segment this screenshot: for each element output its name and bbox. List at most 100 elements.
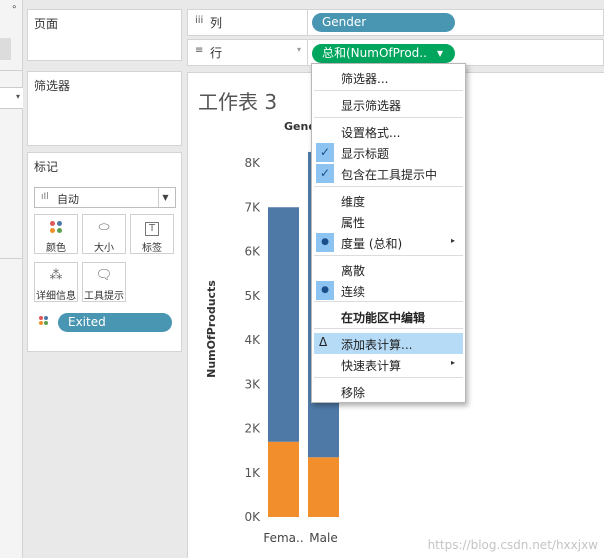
menu-item-label: 在功能区中编辑 [341, 311, 426, 325]
label-button-label: 标签 [142, 243, 162, 254]
menu-item-edit-in-shelf[interactable]: 在功能区中编辑 [312, 306, 465, 327]
color-button[interactable]: 颜色 [34, 214, 78, 254]
size-button-label: 大小 [94, 243, 114, 254]
y-tick-label: 0K [244, 510, 261, 524]
divider [0, 258, 23, 259]
filters-card-title: 筛选器 [34, 79, 71, 93]
data-pane-strip: ⚬ ▾ [0, 0, 23, 558]
filters-card[interactable]: 筛选器 [27, 71, 182, 146]
menu-item-filter[interactable]: 筛选器... [312, 67, 465, 88]
menu-item-label: 移除 [341, 386, 366, 400]
y-tick-label: 2K [244, 422, 261, 436]
exited-color-pill[interactable]: Exited [58, 313, 172, 332]
check-icon: ✓ [316, 143, 334, 162]
menu-item-label: 包含在工具提示中 [341, 168, 438, 182]
columns-shelf[interactable]: iii 列 Gender [187, 9, 604, 36]
color-dots-icon [35, 220, 77, 236]
menu-item-label: 连续 [341, 285, 366, 299]
menu-item-label: 快速表计算 [341, 359, 402, 373]
mark-type-value: 自动 [57, 193, 79, 206]
y-tick-label: 7K [244, 200, 261, 214]
label-icon: T [131, 220, 173, 236]
x-category-label: Fema.. [263, 531, 303, 545]
sum-numofproducts-pill[interactable]: 总和(NumOfProd.. ▾ [312, 44, 455, 63]
detail-button-label: 详细信息 [36, 291, 76, 302]
marks-card: 标记 ıIl 自动 ▼ 颜色 ⬭ 大小 T 标签 ⁂ 详细信息 🗨 工具提示 E… [27, 152, 182, 352]
menu-item-format[interactable]: 设置格式... [312, 121, 465, 142]
tooltip-icon: 🗨 [95, 268, 113, 283]
chevron-down-icon: ▼ [158, 188, 172, 207]
menu-item-label: 维度 [341, 195, 366, 209]
menu-item-attribute[interactable]: 属性 [312, 211, 465, 232]
chevron-down-icon: ▾ [436, 46, 443, 60]
pin-icon[interactable]: ⚬ [10, 3, 18, 13]
rows-shelf-label: ≡ 行 ▾ [188, 40, 308, 65]
context-menu: 筛选器... 显示筛选器 设置格式... ✓ 显示标题 ✓ 包含在工具提示中 维度 属性 ● 度量 … [311, 63, 466, 403]
menu-item-show-header[interactable]: ✓ 显示标题 [312, 142, 465, 163]
tooltip-button-label: 工具提示 [84, 291, 124, 302]
x-category-label: Male [309, 531, 337, 545]
menu-item-discrete[interactable]: 离散 [312, 259, 465, 280]
y-axis-title: NumOfProducts [205, 280, 218, 378]
bar-segment-fema-0[interactable] [268, 441, 299, 517]
y-tick-label: 1K [244, 466, 261, 480]
y-tick-label: 4K [244, 333, 261, 347]
columns-shelf-label: iii 列 [188, 10, 308, 35]
menu-separator [314, 377, 463, 378]
menu-item-show-filter[interactable]: 显示筛选器 [312, 94, 465, 115]
menu-separator [314, 117, 463, 118]
bar-segment-fema-1[interactable] [268, 207, 299, 442]
submenu-arrow-icon: ▸ [450, 236, 455, 245]
bullet-icon: ● [316, 233, 334, 252]
collapsed-dropdown[interactable]: ▾ [0, 87, 23, 109]
pages-card-title: 页面 [34, 17, 59, 31]
menu-item-include-in-tooltip[interactable]: ✓ 包含在工具提示中 [312, 163, 465, 184]
chevron-down-icon: ▾ [296, 45, 301, 54]
bullet-icon: ● [316, 281, 334, 300]
menu-separator [314, 255, 463, 256]
size-icon: ⬭ [98, 220, 110, 235]
tooltip-button[interactable]: 🗨 工具提示 [82, 262, 126, 302]
menu-separator [314, 328, 463, 329]
selected-row[interactable] [0, 38, 11, 60]
menu-item-add-table-calc[interactable]: Δ 添加表计算... [314, 333, 463, 354]
y-tick-label: 8K [244, 156, 261, 170]
menu-item-label: 显示标题 [341, 147, 390, 161]
menu-item-continuous[interactable]: ● 连续 [312, 280, 465, 301]
label-button[interactable]: T 标签 [130, 214, 174, 254]
divider [0, 70, 23, 71]
menu-item-label: 离散 [341, 264, 366, 278]
mark-type-select[interactable]: ıIl 自动 ▼ [34, 187, 176, 208]
menu-item-label: 属性 [341, 216, 366, 230]
delta-icon: Δ [319, 335, 328, 349]
pages-card: 页面 [27, 9, 182, 61]
menu-item-label: 筛选器... [341, 72, 389, 86]
y-tick-label: 6K [244, 245, 261, 259]
menu-item-label: 度量 (总和) [341, 237, 403, 251]
menu-separator [314, 301, 463, 302]
menu-item-label: 添加表计算... [341, 338, 413, 352]
gender-pill[interactable]: Gender [312, 13, 455, 32]
menu-item-remove[interactable]: 移除 [312, 381, 465, 402]
watermark: https://blog.csdn.net/hxxjxw [427, 538, 598, 552]
rows-shelf[interactable]: ≡ 行 ▾ 总和(NumOfProd.. ▾ [187, 39, 604, 66]
size-button[interactable]: ⬭ 大小 [82, 214, 126, 254]
bar-chart-icon: ıIl [41, 192, 49, 202]
menu-item-quick-table-calc[interactable]: 快速表计算 ▸ [312, 354, 465, 375]
submenu-arrow-icon: ▸ [450, 358, 455, 367]
color-dots-icon [39, 315, 49, 329]
menu-item-measure-sum[interactable]: ● 度量 (总和) ▸ [312, 232, 465, 253]
detail-button[interactable]: ⁂ 详细信息 [34, 262, 78, 302]
rows-icon: ≡ [195, 45, 204, 56]
check-icon: ✓ [316, 164, 334, 183]
menu-separator [314, 90, 463, 91]
y-tick-label: 3K [244, 377, 261, 391]
menu-separator [314, 186, 463, 187]
menu-item-label: 显示筛选器 [341, 99, 402, 113]
bar-segment-male-0[interactable] [308, 457, 339, 517]
detail-icon: ⁂ [49, 268, 63, 283]
menu-item-dimension[interactable]: 维度 [312, 190, 465, 211]
color-button-label: 颜色 [46, 243, 66, 254]
chevron-down-icon: ▾ [15, 92, 20, 101]
sum-numofproducts-pill-label: 总和(NumOfProd.. [322, 46, 427, 60]
